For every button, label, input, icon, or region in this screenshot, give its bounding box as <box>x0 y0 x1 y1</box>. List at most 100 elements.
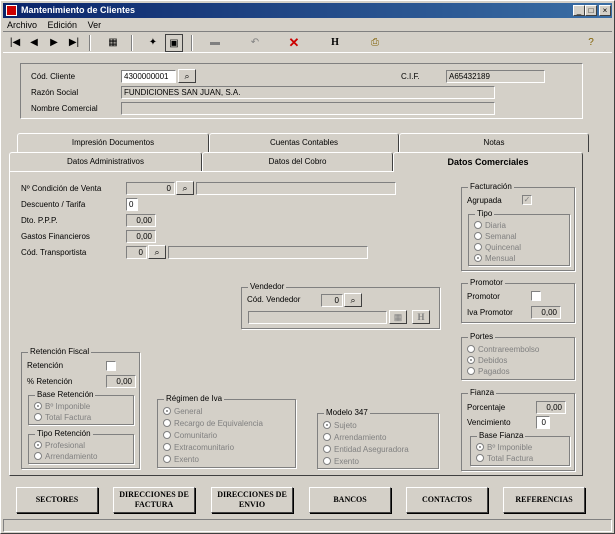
maximize-button[interactable]: □ <box>585 5 597 16</box>
dto-ppp-input[interactable]: 0,00 <box>126 214 156 227</box>
direcciones-factura-button[interactable]: DIRECCIONES DE FACTURA <box>113 487 195 513</box>
radio-circle-icon <box>323 433 331 441</box>
toolbar-separator <box>89 35 91 51</box>
radio-contrareembolso[interactable]: Contrareembolso <box>467 345 539 354</box>
tab-datos-cobro[interactable]: Datos del Cobro <box>202 152 393 171</box>
cod-cliente-input[interactable]: 4300000001 <box>121 70 176 83</box>
first-record-icon[interactable]: |◀ <box>6 34 24 52</box>
next-record-icon[interactable]: ▶ <box>45 34 63 52</box>
close-window-button[interactable]: × <box>599 5 611 16</box>
radio-extracomunitario[interactable]: Extracomunitario <box>163 443 234 452</box>
edit-record-icon[interactable]: ▣ <box>165 34 183 52</box>
radio-sujeto[interactable]: Sujeto <box>323 421 357 430</box>
vendedor-history-button[interactable]: H <box>412 310 430 324</box>
radio-debidos[interactable]: Debidos <box>467 356 507 365</box>
radio-exento-iva[interactable]: Exento <box>163 455 199 464</box>
search-cliente-icon[interactable]: ⌕ <box>178 69 196 83</box>
new-record-icon[interactable]: ✦ <box>144 34 162 52</box>
menu-edicion[interactable]: Edición <box>48 20 78 30</box>
save-icon[interactable]: ▬ <box>206 34 224 52</box>
radio-mensual[interactable]: Mensual <box>474 254 515 263</box>
radio-selected-icon <box>476 443 484 451</box>
tipo-retencion-title: Tipo Retención <box>35 429 93 438</box>
radio-selected-icon <box>474 254 482 262</box>
last-record-icon[interactable]: ▶| <box>65 34 83 52</box>
print-icon[interactable]: ⎙ <box>366 34 384 52</box>
modelo347-group: Modelo 347 Sujeto Arrendamiento Entidad … <box>317 408 439 469</box>
direcciones-envio-button[interactable]: DIRECCIONES DE ENVIO <box>211 487 293 513</box>
delete-icon[interactable]: ✕ <box>285 34 303 52</box>
radio-comunitario[interactable]: Comunitario <box>163 431 217 440</box>
bancos-button[interactable]: BANCOS <box>309 487 391 513</box>
radio-exento-347[interactable]: Exento <box>323 457 359 466</box>
search-vendedor-icon[interactable]: ⌕ <box>344 293 362 307</box>
menu-archivo[interactable]: Archivo <box>7 20 37 30</box>
retencion-checkbox[interactable] <box>106 361 116 371</box>
condicion-venta-input[interactable]: 0 <box>126 182 175 195</box>
razon-social-input[interactable]: FUNDICIONES SAN JUAN, S.A. <box>121 86 495 99</box>
radio-arrendamiento-ret[interactable]: Arrendamiento <box>34 452 97 461</box>
cod-vendedor-input[interactable]: 0 <box>321 294 343 307</box>
radio-profesional[interactable]: Profesional <box>34 441 85 450</box>
radio-quincenal-label: Quincenal <box>485 243 522 252</box>
tab-cuentas-contables[interactable]: Cuentas Contables <box>209 133 399 152</box>
condicion-venta-label: Nº Condición de Venta <box>21 184 102 193</box>
radio-general[interactable]: General <box>163 407 202 416</box>
pct-retencion-input[interactable]: 0,00 <box>106 375 136 388</box>
radio-selected-icon <box>34 402 42 410</box>
referencias-button[interactable]: REFERENCIAS <box>503 487 585 513</box>
radio-quincenal[interactable]: Quincenal <box>474 243 521 252</box>
radio-arrendamiento-347[interactable]: Arrendamiento <box>323 433 386 442</box>
transportista-label: Cód. Transportista <box>21 248 87 257</box>
minimize-button[interactable]: _ <box>573 5 585 16</box>
razon-social-label: Razón Social <box>31 88 79 97</box>
search-condicion-icon[interactable]: ⌕ <box>176 181 194 195</box>
radio-mensual-label: Mensual <box>485 254 516 263</box>
sectores-button[interactable]: SECTORES <box>16 487 98 513</box>
radio-retencion-total[interactable]: Total Factura <box>34 413 91 422</box>
radio-pagados[interactable]: Pagados <box>467 367 510 376</box>
help-icon[interactable]: ? <box>582 34 600 52</box>
radio-recargo[interactable]: Recargo de Equivalencia <box>163 419 263 428</box>
agrupada-label: Agrupada <box>467 196 502 205</box>
vendedor-calc-icon[interactable]: ▦ <box>389 310 407 324</box>
facturacion-group: Facturación Agrupada ✓ Tipo Diaria Seman… <box>461 182 575 271</box>
radio-retencion-total-label: Total Factura <box>45 413 92 422</box>
retencion-label: Retención <box>27 361 64 370</box>
tab-datos-administrativos[interactable]: Datos Administrativos <box>9 152 202 171</box>
porcentaje-input[interactable]: 0,00 <box>536 401 566 414</box>
promotor-checkbox[interactable] <box>531 291 541 301</box>
calculator-icon[interactable]: ▦ <box>104 34 122 52</box>
radio-debidos-label: Debidos <box>478 356 508 365</box>
radio-fianza-imponible[interactable]: Bº Imponible <box>476 443 532 452</box>
tab-impresion-documentos[interactable]: Impresión Documentos <box>17 133 209 152</box>
radio-semanal[interactable]: Semanal <box>474 232 517 241</box>
history-h-button[interactable]: H <box>326 34 344 52</box>
tab-notas[interactable]: Notas <box>399 133 589 152</box>
radio-recargo-label: Recargo de Equivalencia <box>174 419 263 428</box>
undo-icon[interactable]: ↶ <box>246 34 264 52</box>
dto-ppp-label: Dto. P.P.P. <box>21 216 58 225</box>
agrupada-checkbox[interactable]: ✓ <box>522 195 532 205</box>
radio-circle-icon <box>467 345 475 353</box>
menu-ver[interactable]: Ver <box>88 20 102 30</box>
radio-retencion-imponible[interactable]: Bº Imponible <box>34 402 90 411</box>
radio-diaria[interactable]: Diaria <box>474 221 506 230</box>
radio-fianza-total[interactable]: Total Factura <box>476 454 533 463</box>
iva-promotor-input[interactable]: 0,00 <box>531 306 561 319</box>
radio-circle-icon <box>323 457 331 465</box>
radio-selected-icon <box>323 421 331 429</box>
search-transportista-icon[interactable]: ⌕ <box>148 245 166 259</box>
radio-entidad-aseguradora[interactable]: Entidad Aseguradora <box>323 445 409 454</box>
descuento-tarifa-input[interactable]: 0 <box>126 198 138 211</box>
cif-input[interactable]: A65432189 <box>446 70 545 83</box>
prev-record-icon[interactable]: ◀ <box>25 34 43 52</box>
transportista-desc <box>168 246 368 259</box>
promotor-title: Promotor <box>468 278 505 287</box>
gastos-financieros-input[interactable]: 0,00 <box>126 230 156 243</box>
vencimiento-input[interactable]: 0 <box>536 416 550 429</box>
tab-datos-comerciales[interactable]: Datos Comerciales <box>393 152 583 172</box>
nombre-comercial-input[interactable] <box>121 102 495 115</box>
transportista-input[interactable]: 0 <box>126 246 147 259</box>
contactos-button[interactable]: CONTACTOS <box>406 487 488 513</box>
